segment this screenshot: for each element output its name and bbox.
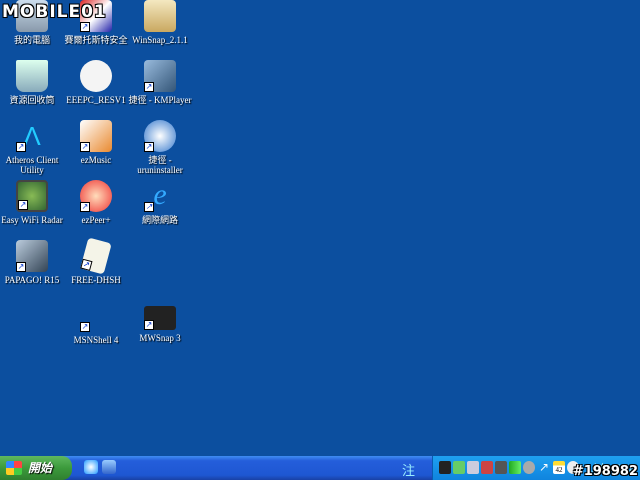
wifi-radar-icon: ↗ [16, 180, 48, 212]
shortcut-arrow-icon: ↗ [80, 142, 90, 152]
start-label: 開始 [28, 461, 53, 475]
start-button[interactable]: 開始 [0, 456, 72, 480]
camera-icon: ↗ [144, 306, 176, 330]
desktop-icon-easy-wifi-radar[interactable]: ↗ Easy WiFi Radar [0, 180, 64, 225]
shortcut-arrow-icon: ↗ [18, 200, 28, 210]
shortcut-arrow-icon: ↗ [80, 322, 90, 332]
shortcut-arrow-icon: ↗ [16, 262, 26, 272]
desktop-icon-internet[interactable]: e ↗ 網際網路 [128, 178, 192, 226]
internet-explorer-icon: e ↗ [144, 178, 167, 212]
shortcut-arrow-icon: ↗ [144, 320, 154, 330]
tray-signal-icon[interactable] [509, 461, 521, 474]
shortcut-arrow-icon: ↗ [144, 142, 154, 152]
msnshell-icon: ↗ [80, 300, 112, 332]
shortcut-arrow-icon: ↗ [80, 22, 90, 32]
taskbar: 開始 注 ↗ 42 上午 10:52 #198982 [0, 456, 640, 480]
language-indicator[interactable]: 注 [402, 460, 415, 479]
tray-network-icon[interactable] [467, 461, 479, 474]
ezpeer-icon: ↗ [80, 180, 112, 212]
rabbit-icon [80, 60, 112, 92]
tray-calendar-icon[interactable]: 42 [553, 461, 565, 474]
desktop-icon-eeepc[interactable]: EEEPC_RESV1 [64, 60, 128, 105]
tray-disc-icon[interactable] [523, 461, 535, 474]
tray-sync-icon[interactable] [453, 461, 465, 474]
kmplayer-icon: ↗ [144, 60, 176, 92]
papago-icon: ↗ [16, 240, 48, 272]
tray-arrow-icon[interactable]: ↗ [539, 461, 551, 474]
mahjong-icon: ↗ [80, 237, 112, 275]
desktop-icon-papago[interactable]: ↗ PAPAGO! R15 [0, 240, 64, 285]
shortcut-arrow-icon: ↗ [144, 82, 154, 92]
calendar-day: 42 [555, 466, 563, 474]
desktop: 我的電腦 ↗ 賽爾托斯特安全 WinSnap_2.1.1 資源回收筒 EEEPC_… [0, 0, 640, 456]
site-logo: MOBILE01 [2, 2, 107, 22]
uninstaller-icon: ↗ [144, 120, 176, 152]
desktop-icon-uruninstaller[interactable]: ↗ 捷徑 - uruninstaller [128, 120, 192, 175]
recycle-bin-icon [16, 60, 48, 92]
shortcut-arrow-icon: ↗ [16, 142, 26, 152]
music-folder-icon: ↗ [80, 120, 112, 152]
desktop-icon-atheros[interactable]: Λ ↗ Atheros Client Utility [0, 120, 64, 175]
shortcut-arrow-icon: ↗ [80, 202, 90, 212]
desktop-icon-msnshell[interactable]: ↗ MSNShell 4 [64, 300, 128, 345]
shortcut-arrow-icon: ↗ [80, 258, 93, 271]
desktop-icon-ezpeer[interactable]: ↗ ezPeer+ [64, 180, 128, 225]
atheros-icon: Λ ↗ [16, 121, 41, 152]
tray-security-icon[interactable] [481, 461, 493, 474]
desktop-icon-free-dhsh[interactable]: ↗ FREE-DHSH [64, 237, 128, 285]
tray-camera-icon[interactable] [439, 461, 451, 474]
desktop-icon-winsnap[interactable]: WinSnap_2.1.1 [128, 0, 192, 45]
desktop-icon-recycle-bin[interactable]: 資源回收筒 [0, 60, 64, 105]
tray-volume-icon[interactable] [495, 461, 507, 474]
windows-flag-icon [6, 461, 22, 475]
desktop-icon-kmplayer[interactable]: ↗ 捷徑 - KMPlayer [128, 60, 192, 105]
watermark: #198982 [572, 464, 638, 479]
installer-box-icon [144, 0, 176, 32]
quick-launch-ie-icon[interactable] [84, 460, 98, 474]
quick-launch-desktop-icon[interactable] [102, 460, 116, 474]
desktop-icon-ezmusic[interactable]: ↗ ezMusic [64, 120, 128, 165]
shortcut-arrow-icon: ↗ [144, 202, 154, 212]
desktop-icon-mwsnap[interactable]: ↗ MWSnap 3 [128, 300, 192, 343]
